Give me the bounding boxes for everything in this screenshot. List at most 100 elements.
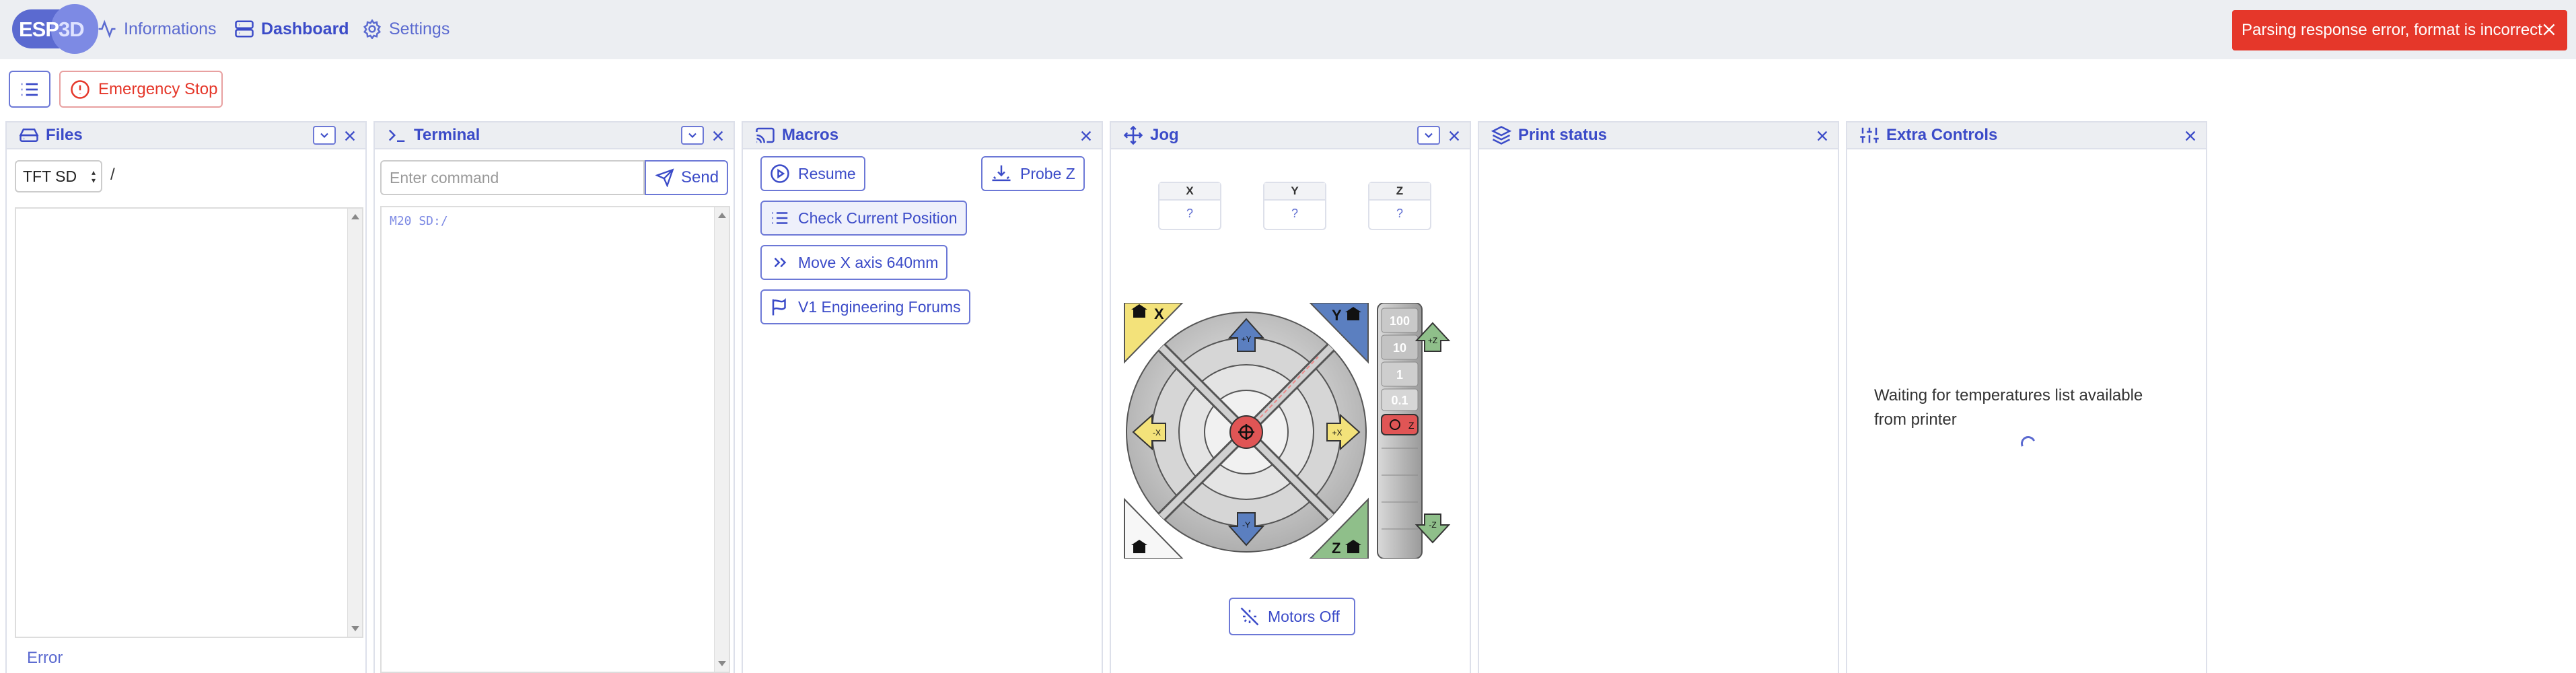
plus-z-label: +Z <box>1428 336 1437 345</box>
terminal-panel-title: Terminal <box>414 126 480 144</box>
chevron-down-icon <box>688 133 696 138</box>
error-toast: Parsing response error, format is incorr… <box>2232 10 2567 50</box>
collapse-button[interactable] <box>313 126 336 145</box>
jog-control-pad: X Y Z +Y -Y -X +X 100 10 1 0.1 Z +Z -Z <box>1123 303 1460 559</box>
home-z-label: Z <box>1332 540 1340 557</box>
terminal-icon <box>388 129 405 142</box>
flag-icon <box>772 297 786 316</box>
files-panel: Files TFT SD ▴ ▾ / Error <box>5 121 367 673</box>
emergency-stop-label: Emergency Stop <box>98 79 218 98</box>
top-navbar: ESP3D Informations Dashboard Settings Pa… <box>0 0 2576 59</box>
close-icon[interactable] <box>1815 129 1830 143</box>
print-status-panel-header: Print status <box>1479 122 1838 149</box>
move-icon <box>1123 125 1143 145</box>
macro-forums-button[interactable]: V1 Engineering Forums <box>760 289 970 324</box>
plus-y-label: +Y <box>1241 334 1251 344</box>
select-arrows-icon: ▴ ▾ <box>91 168 96 185</box>
x-position-display: X ? <box>1158 182 1221 230</box>
terminal-line: M20 SD:/ <box>390 214 448 228</box>
axis-label: Z <box>1369 183 1430 201</box>
close-icon[interactable] <box>343 129 357 143</box>
command-input[interactable]: Enter command <box>380 160 645 195</box>
files-list[interactable] <box>15 207 363 638</box>
motor-off-icon <box>1240 607 1259 626</box>
files-source-select[interactable]: TFT SD ▴ ▾ <box>15 160 102 192</box>
axis-value: ? <box>1291 207 1298 220</box>
center-z-label: Z <box>1408 420 1415 431</box>
chevron-down-icon <box>1425 133 1433 138</box>
close-icon[interactable] <box>2183 129 2198 143</box>
layers-icon <box>1491 126 1511 145</box>
send-icon <box>655 168 674 187</box>
extra-controls-panel-title: Extra Controls <box>1886 126 1998 144</box>
nav-dashboard[interactable]: Dashboard <box>234 15 349 43</box>
axis-label: X <box>1159 183 1220 201</box>
z-step-buttons[interactable]: 100 10 1 0.1 <box>1381 308 1419 411</box>
jog-panel-header: Jog <box>1111 122 1470 149</box>
jog-panel-title: Jog <box>1150 126 1179 144</box>
print-status-panel: Print status <box>1478 121 1839 673</box>
play-circle-icon <box>771 164 789 183</box>
close-icon[interactable] <box>2540 21 2558 38</box>
files-error-link[interactable]: Error <box>27 649 63 668</box>
terminal-scrollbar[interactable] <box>714 207 729 672</box>
axis-value: ? <box>1396 207 1403 220</box>
alert-circle-icon <box>71 79 90 99</box>
sliders-icon <box>1860 127 1879 143</box>
list-icon <box>772 212 788 224</box>
gear-icon <box>363 19 381 39</box>
home-x-label: X <box>1154 306 1164 322</box>
macro-label: Check Current Position <box>798 209 958 227</box>
probe-icon <box>992 165 1011 182</box>
waiting-temperatures-text: Waiting for temperatures list available … <box>1874 386 2143 429</box>
server-icon <box>235 20 254 38</box>
macro-probe-z-button[interactable]: Probe Z <box>981 156 1085 191</box>
macros-panel-title: Macros <box>782 126 839 144</box>
hard-drive-icon <box>19 129 39 142</box>
z-step-100-label: 100 <box>1390 314 1410 328</box>
close-icon[interactable] <box>711 129 725 143</box>
files-panel-title: Files <box>46 126 83 144</box>
collapse-button[interactable] <box>681 126 704 145</box>
minus-z-label: -Z <box>1429 520 1436 530</box>
nav-settings[interactable]: Settings <box>362 15 450 43</box>
esp3d-logo[interactable]: ESP3D <box>12 4 98 54</box>
terminal-panel-header: Terminal <box>375 122 734 149</box>
macro-move-x-button[interactable]: Move X axis 640mm <box>760 245 948 280</box>
collapse-button[interactable] <box>1417 126 1440 145</box>
send-label: Send <box>681 168 719 186</box>
send-button[interactable]: Send <box>645 160 728 195</box>
chevrons-right-icon <box>774 257 787 268</box>
plus-x-label: +X <box>1332 428 1342 437</box>
nav-settings-label: Settings <box>389 19 450 38</box>
terminal-panel: Terminal Enter command Send M20 SD:/ <box>373 121 735 673</box>
macro-label: Resume <box>798 164 856 182</box>
center-z-button[interactable]: Z <box>1381 414 1419 435</box>
terminal-output[interactable]: M20 SD:/ <box>380 206 730 673</box>
center-xy-button[interactable] <box>1229 415 1263 449</box>
y-position-display: Y ? <box>1263 182 1326 230</box>
close-icon[interactable] <box>1447 129 1462 143</box>
z-position-display: Z ? <box>1368 182 1431 230</box>
macro-check-position-button[interactable]: Check Current Position <box>760 201 967 236</box>
axis-value: ? <box>1186 207 1193 220</box>
files-panel-header: Files <box>7 122 365 149</box>
list-icon <box>22 83 38 96</box>
minus-x-label: -X <box>1153 428 1161 437</box>
macro-resume-button[interactable]: Resume <box>760 156 865 191</box>
axis-label: Y <box>1264 183 1325 201</box>
extra-controls-panel-header: Extra Controls <box>1847 122 2206 149</box>
emergency-stop-button[interactable]: Emergency Stop <box>59 71 223 108</box>
panels-menu-button[interactable] <box>9 71 50 108</box>
jog-panel: Jog X ? Y ? Z ? X Y Z +Y -Y -X +X 100 10… <box>1110 121 1471 673</box>
macro-label: Move X axis 640mm <box>798 253 939 271</box>
motors-off-label: Motors Off <box>1268 607 1340 625</box>
files-scrollbar[interactable] <box>347 209 362 637</box>
close-icon[interactable] <box>1079 129 1094 143</box>
motors-off-button[interactable]: Motors Off <box>1229 598 1355 635</box>
nav-dashboard-label: Dashboard <box>261 19 349 38</box>
nav-informations[interactable]: Informations <box>97 15 217 43</box>
extra-controls-panel: Extra Controls Waiting for temperatures … <box>1846 121 2207 673</box>
error-toast-message: Parsing response error, format is incorr… <box>2242 21 2542 39</box>
macros-panel: Macros Resume Probe Z Check Current Posi… <box>742 121 1103 673</box>
